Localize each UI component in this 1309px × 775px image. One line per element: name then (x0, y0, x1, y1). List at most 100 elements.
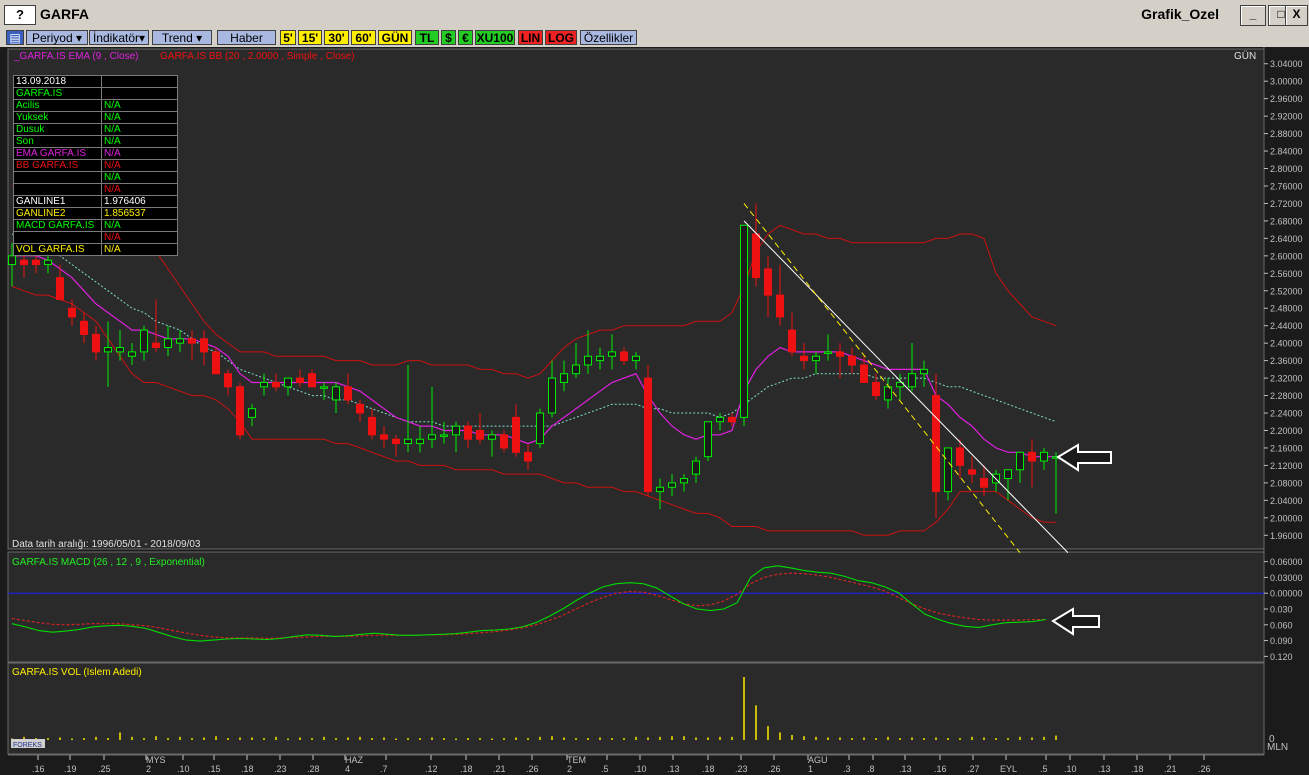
candle-body (800, 355, 808, 362)
x-tick-label: .23 (735, 764, 748, 774)
candle-body (404, 438, 412, 445)
x-tick-label: .26 (768, 764, 781, 774)
info-label (13, 183, 102, 196)
tf-15-button[interactable]: 15' (298, 30, 322, 45)
y-tick-label: 3.00000 (1270, 77, 1303, 87)
candle-body (164, 338, 172, 349)
chart-area[interactable]: 3.04000 3.00000 2.96000 2.92000 2.88000 2.840… (0, 47, 1309, 775)
y-tick-label: 2.92000 (1270, 112, 1303, 122)
candle-body (668, 482, 676, 488)
info-row: Acilis N/A (13, 99, 178, 112)
candle-body (512, 416, 520, 453)
candle-body (920, 368, 928, 375)
candle-body (116, 347, 124, 353)
candle-body (692, 460, 700, 475)
x-tick-label: .19 (64, 764, 77, 774)
help-button[interactable]: ? (4, 5, 36, 25)
x-tick-label: .18 (1131, 764, 1144, 774)
close-button[interactable]: X (1285, 5, 1308, 26)
candle-body (452, 425, 460, 436)
y-tick-label: 2.20000 (1270, 426, 1303, 436)
chart-icon[interactable]: ▤ (6, 30, 24, 45)
candle-body (1016, 451, 1024, 471)
candle-body (956, 447, 964, 466)
candle-body (644, 377, 652, 493)
minimize-button[interactable]: _ (1240, 5, 1266, 26)
candle-body (1040, 451, 1048, 462)
info-value: N/A (101, 159, 178, 172)
news-button[interactable]: Haber (217, 30, 276, 45)
date-x-axis: .16.19.25MYS2.10.15.18.23.28HAZ4.7.12.18… (8, 754, 1264, 774)
indicator-label: İndikatör (92, 31, 139, 45)
x-tick-label: .5 (1040, 764, 1048, 774)
macd-legend: GARFA.IS MACD (26 , 12 , 9 , Exponential… (12, 557, 205, 568)
candle-body (632, 355, 640, 362)
candle-body (572, 364, 580, 375)
info-row: N/A (13, 231, 178, 244)
chart-svg[interactable]: 3.040003.000002.960002.920002.880002.840… (0, 47, 1309, 775)
candle-body (176, 338, 184, 344)
info-value: 1.976406 (101, 195, 178, 208)
period-dropdown[interactable]: Periyod ▾ (26, 30, 88, 45)
info-value: N/A (101, 99, 178, 112)
usd-button[interactable]: $ (441, 30, 456, 45)
candle-body (752, 233, 760, 279)
candle-body (620, 351, 628, 362)
tf-30-button[interactable]: 30' (324, 30, 349, 45)
eur-button[interactable]: € (458, 30, 473, 45)
macd-tick-label: 0.03000 (1270, 573, 1303, 583)
candle-body (392, 438, 400, 445)
candle-body (212, 351, 220, 375)
trend-label: Trend (161, 31, 193, 45)
y-tick-label: 2.88000 (1270, 129, 1303, 139)
trend-dropdown[interactable]: Trend ▾ (152, 30, 212, 45)
xu100-button[interactable]: XU100 (475, 30, 515, 45)
candle-body (80, 320, 88, 335)
log-button[interactable]: LOG (545, 30, 577, 45)
tf-60-button[interactable]: 60' (351, 30, 376, 45)
y-tick-label: 1.96000 (1270, 531, 1303, 541)
x-tick-label: .26 (526, 764, 539, 774)
indicator-dropdown[interactable]: İndikatör▾ (89, 30, 149, 45)
candle-body (872, 381, 880, 397)
period-indicator: GÜN (1234, 50, 1256, 62)
info-label: Yuksek (13, 111, 102, 124)
toolbar: ▤ Periyod ▾ İndikatör▾ Trend ▾ Haber 5' … (0, 29, 1309, 47)
info-value: 1.856537 (101, 207, 178, 220)
candle-body (776, 294, 784, 318)
candle-body (836, 351, 844, 357)
tf-day-button[interactable]: GÜN (378, 30, 412, 45)
x-tick-label: 2 (567, 764, 572, 774)
x-tick-label: .10 (177, 764, 190, 774)
tl-button[interactable]: TL (415, 30, 439, 45)
lin-button[interactable]: LIN (518, 30, 543, 45)
x-tick-label: .18 (460, 764, 473, 774)
candle-body (704, 421, 712, 458)
y-tick-label: 2.68000 (1270, 216, 1303, 226)
y-tick-label: 2.56000 (1270, 269, 1303, 279)
volume-panel-frame (7, 662, 1265, 755)
chevron-down-icon: ▾ (76, 31, 83, 45)
candle-body (944, 447, 952, 493)
properties-button[interactable]: Özellikler (580, 30, 637, 45)
x-tick-label: .3 (843, 764, 851, 774)
tf-5-button[interactable]: 5' (280, 30, 296, 45)
macd-tick-label: 0.060 (1270, 620, 1293, 630)
candle-body (680, 478, 688, 484)
info-value: N/A (101, 111, 178, 124)
candle-body (44, 259, 52, 266)
info-label: EMA GARFA.IS (13, 147, 102, 160)
y-tick-label: 2.96000 (1270, 94, 1303, 104)
candle-body (248, 408, 256, 418)
info-label: GARFA.IS (13, 87, 102, 100)
ema-legend: _GARFA.IS EMA (9 , Close) (13, 51, 138, 62)
candle-body (440, 434, 448, 437)
candle-body (584, 355, 592, 366)
x-tick-label: EYL (1000, 764, 1017, 774)
y-tick-label: 2.48000 (1270, 304, 1303, 314)
y-tick-label: 2.60000 (1270, 251, 1303, 261)
y-tick-label: 2.12000 (1270, 461, 1303, 471)
info-row: GANLINE2 1.856537 (13, 207, 178, 220)
candle-body (476, 429, 484, 440)
macd-tick-label: 0.030 (1270, 605, 1293, 615)
